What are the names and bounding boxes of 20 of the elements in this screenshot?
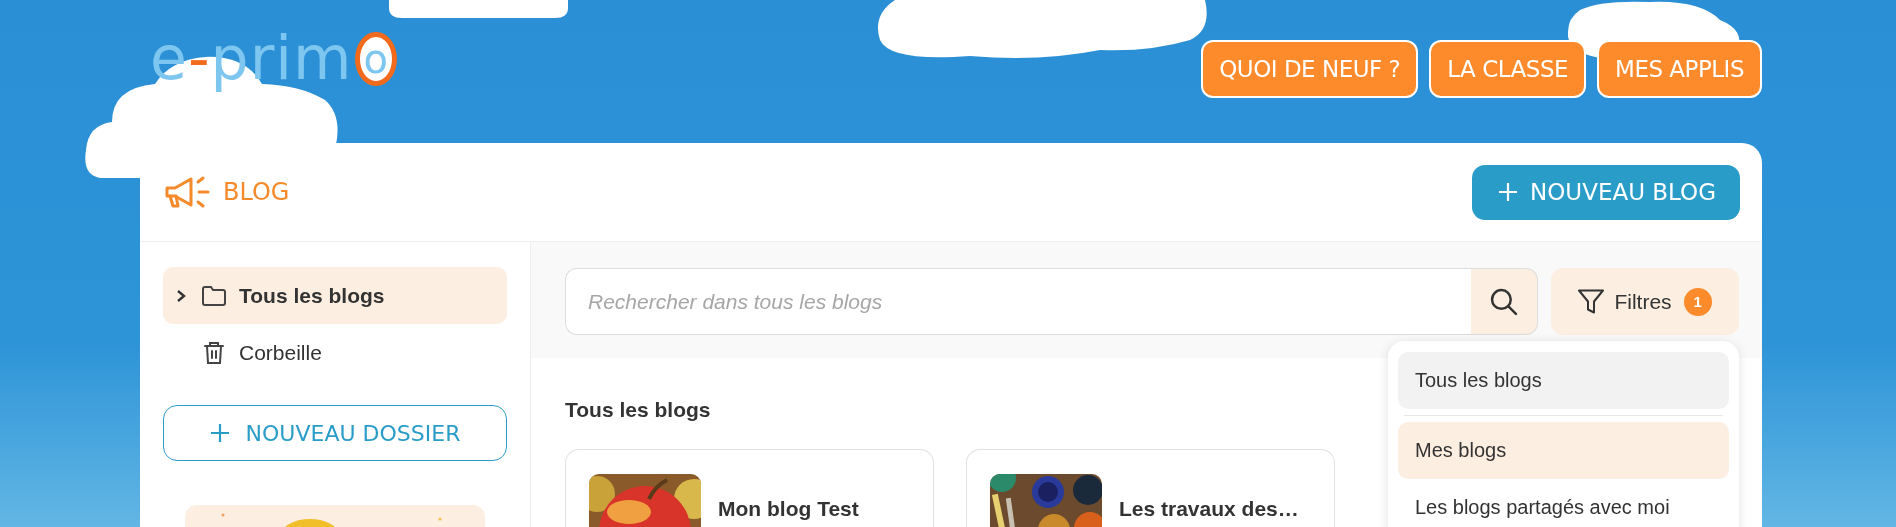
blog-card[interactable]: Les travaux des… xyxy=(966,449,1335,527)
menu-item[interactable]: Les blogs partagés avec moi xyxy=(1398,479,1729,527)
blog-card[interactable]: Mon blog Test xyxy=(565,449,934,527)
blog-title: Mon blog Test xyxy=(718,498,859,520)
count-badge: 1 xyxy=(1683,287,1712,316)
sidebar-item[interactable]: Corbeille xyxy=(163,324,507,381)
menu-item[interactable]: Tous les blogs xyxy=(1398,352,1729,409)
plus-icon xyxy=(1498,182,1518,202)
sidebar-item[interactable]: Tous les blogs xyxy=(163,267,507,324)
blog-title: Les travaux des… xyxy=(1119,498,1299,520)
menu-item[interactable]: Mes blogs xyxy=(1398,422,1729,479)
trash-icon xyxy=(201,339,227,366)
app-title: BLOG xyxy=(223,178,290,206)
megaphone-icon xyxy=(163,174,211,210)
chevron-icon[interactable] xyxy=(175,288,187,303)
folder-icon xyxy=(201,284,227,307)
section-title: Tous les blogs xyxy=(565,397,711,423)
plus-icon xyxy=(209,423,230,443)
filter-icon xyxy=(1578,289,1605,314)
filter-button[interactable]: Filtres 1 xyxy=(1551,268,1739,335)
